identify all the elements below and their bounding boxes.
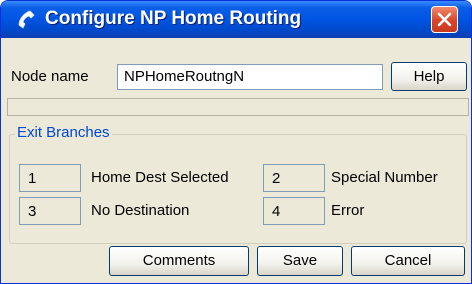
branch-label-3: No Destination bbox=[91, 202, 190, 219]
help-button[interactable]: Help bbox=[391, 62, 467, 91]
branch-label-1: Home Dest Selected bbox=[91, 169, 229, 186]
branch-label-2: Special Number bbox=[331, 169, 438, 186]
save-button[interactable]: Save bbox=[257, 246, 343, 276]
branch-number-3: 3 bbox=[19, 197, 81, 225]
window-title: Configure NP Home Routing bbox=[45, 8, 302, 29]
branch-number-4: 4 bbox=[263, 197, 325, 225]
branch-label-4: Error bbox=[331, 202, 365, 219]
separator-bar bbox=[7, 98, 469, 116]
node-name-input[interactable]: NPHomeRoutngN bbox=[117, 64, 383, 90]
node-name-label: Node name bbox=[11, 68, 89, 85]
branch-number-2: 2 bbox=[263, 164, 325, 192]
title-bar[interactable]: Configure NP Home Routing bbox=[1, 1, 471, 38]
exit-branches-title: Exit Branches bbox=[15, 124, 112, 141]
close-icon bbox=[437, 12, 452, 27]
phone-handset-icon bbox=[15, 9, 37, 31]
dialog-window: Configure NP Home Routing Node name NPHo… bbox=[0, 0, 472, 284]
close-button[interactable] bbox=[431, 6, 458, 33]
comments-button[interactable]: Comments bbox=[109, 246, 249, 276]
cancel-button[interactable]: Cancel bbox=[351, 246, 465, 276]
branch-number-1: 1 bbox=[19, 164, 81, 192]
dialog-content: Node name NPHomeRoutngN Help Exit Branch… bbox=[5, 38, 469, 281]
